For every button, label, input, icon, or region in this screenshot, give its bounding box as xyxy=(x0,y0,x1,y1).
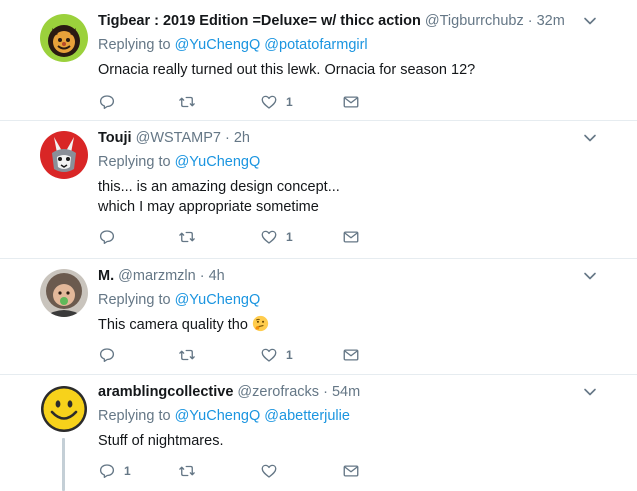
chevron-down-icon[interactable] xyxy=(583,385,597,399)
tweet[interactable]: Touji @WSTAMP7 · 2h Replying to @YuCheng… xyxy=(0,121,637,259)
reply-button[interactable]: 1 xyxy=(98,461,131,481)
replying-to: Replying to @YuChengQ xyxy=(98,153,260,171)
tweet-text-line: this... is an amazing design concept... xyxy=(98,179,340,195)
retweet-button[interactable] xyxy=(178,92,204,112)
mention-link[interactable]: @YuChengQ xyxy=(175,408,261,424)
reply-count: 1 xyxy=(124,464,131,478)
reply-button[interactable] xyxy=(98,345,124,365)
display-name[interactable]: Touji xyxy=(98,130,132,146)
like-icon xyxy=(260,346,278,364)
direct-message-button[interactable] xyxy=(342,345,360,365)
retweet-icon xyxy=(178,462,196,480)
like-count: 1 xyxy=(286,230,293,244)
reply-icon xyxy=(98,346,116,364)
direct-message-button[interactable] xyxy=(342,227,360,247)
mention-link[interactable]: @YuChengQ xyxy=(175,292,261,308)
direct-message-button[interactable] xyxy=(342,461,360,481)
tweet-actions: 1 xyxy=(98,345,368,365)
tweet[interactable]: M. @marzmzln · 4h Replying to @YuChengQ … xyxy=(0,259,637,375)
like-button[interactable]: 1 xyxy=(260,345,293,365)
replying-to-label: Replying to xyxy=(98,37,175,53)
direct-message-icon xyxy=(342,346,360,364)
like-button[interactable]: 1 xyxy=(260,227,293,247)
replying-to: Replying to @YuChengQ @abetterjulie xyxy=(98,407,350,425)
tweet-text-line: Ornacia really turned out this lewk. Orn… xyxy=(98,62,476,78)
direct-message-icon xyxy=(342,93,360,111)
like-icon xyxy=(260,462,278,480)
direct-message-button[interactable] xyxy=(342,92,360,112)
tweet-actions: 1 xyxy=(98,227,368,247)
replying-to: Replying to @YuChengQ @potatofarmgirl xyxy=(98,36,368,54)
retweet-button[interactable] xyxy=(178,227,204,247)
avatar[interactable] xyxy=(40,131,88,179)
separator-dot: · xyxy=(323,384,328,400)
tweet-header: Tigbear : 2019 Edition =Deluxe= w/ thicc… xyxy=(98,12,565,30)
mention-link[interactable]: @abetterjulie xyxy=(264,408,350,424)
tweet-text-line: This camera quality tho xyxy=(98,317,248,333)
reply-icon xyxy=(98,228,116,246)
timestamp[interactable]: 4h xyxy=(209,268,225,284)
mention-link[interactable]: @YuChengQ xyxy=(175,37,261,53)
like-count: 1 xyxy=(286,95,293,109)
replying-to-label: Replying to xyxy=(98,154,175,170)
tweet-text: This camera quality tho xyxy=(98,315,518,335)
chevron-down-icon[interactable] xyxy=(583,131,597,145)
tweet-text-line: Stuff of nightmares. xyxy=(98,433,224,449)
avatar[interactable] xyxy=(40,269,88,317)
retweet-button[interactable] xyxy=(178,461,204,481)
like-button[interactable] xyxy=(260,461,286,481)
reply-icon xyxy=(98,93,116,111)
like-count: 1 xyxy=(286,348,293,362)
user-handle[interactable]: @Tigburrchubz xyxy=(425,13,524,29)
display-name[interactable]: Tigbear : 2019 Edition =Deluxe= w/ thicc… xyxy=(98,13,421,29)
tweet-text: this... is an amazing design concept... … xyxy=(98,177,518,217)
display-name[interactable]: M. xyxy=(98,268,114,284)
avatar[interactable] xyxy=(40,385,88,433)
mention-link[interactable]: @potatofarmgirl xyxy=(264,37,367,53)
retweet-icon xyxy=(178,93,196,111)
reply-icon xyxy=(98,462,116,480)
tweet-header: aramblingcollective @zerofracks · 54m xyxy=(98,383,360,401)
replying-to-label: Replying to xyxy=(98,408,175,424)
retweet-button[interactable] xyxy=(178,345,204,365)
reply-button[interactable] xyxy=(98,227,124,247)
tweet-actions: 1 xyxy=(98,92,368,112)
separator-dot: · xyxy=(527,13,533,29)
tweet[interactable]: aramblingcollective @zerofracks · 54m Re… xyxy=(0,375,637,491)
replying-to-label: Replying to xyxy=(98,292,175,308)
direct-message-icon xyxy=(342,228,360,246)
mention-link[interactable]: @YuChengQ xyxy=(175,154,261,170)
chevron-down-icon[interactable] xyxy=(583,14,597,28)
reply-button[interactable] xyxy=(98,92,124,112)
tweet-header: Touji @WSTAMP7 · 2h xyxy=(98,129,250,147)
replying-to: Replying to @YuChengQ xyxy=(98,291,260,309)
user-handle[interactable]: @marzmzln xyxy=(118,268,196,284)
like-icon xyxy=(260,228,278,246)
tweet-text-line: which I may appropriate sometime xyxy=(98,199,319,215)
retweet-icon xyxy=(178,228,196,246)
tweet[interactable]: Tigbear : 2019 Edition =Deluxe= w/ thicc… xyxy=(0,0,637,121)
separator-dot: · xyxy=(199,268,205,284)
tweet-actions: 1 xyxy=(98,461,368,481)
display-name[interactable]: aramblingcollective xyxy=(98,384,233,400)
separator-dot: · xyxy=(224,130,230,146)
thinking-face-emoji-icon xyxy=(252,315,269,332)
timestamp[interactable]: 54m xyxy=(332,384,360,400)
avatar[interactable] xyxy=(40,14,88,62)
like-icon xyxy=(260,93,278,111)
like-button[interactable]: 1 xyxy=(260,92,293,112)
timestamp[interactable]: 2h xyxy=(234,130,250,146)
timestamp[interactable]: 32m xyxy=(537,13,565,29)
user-handle[interactable]: @WSTAMP7 xyxy=(136,130,221,146)
direct-message-icon xyxy=(342,462,360,480)
chevron-down-icon[interactable] xyxy=(583,269,597,283)
tweet-text: Stuff of nightmares. xyxy=(98,431,518,451)
thread-connector-line xyxy=(62,438,65,491)
tweet-text: Ornacia really turned out this lewk. Orn… xyxy=(98,60,518,80)
user-handle[interactable]: @zerofracks xyxy=(237,384,319,400)
retweet-icon xyxy=(178,346,196,364)
tweet-header: M. @marzmzln · 4h xyxy=(98,267,225,285)
